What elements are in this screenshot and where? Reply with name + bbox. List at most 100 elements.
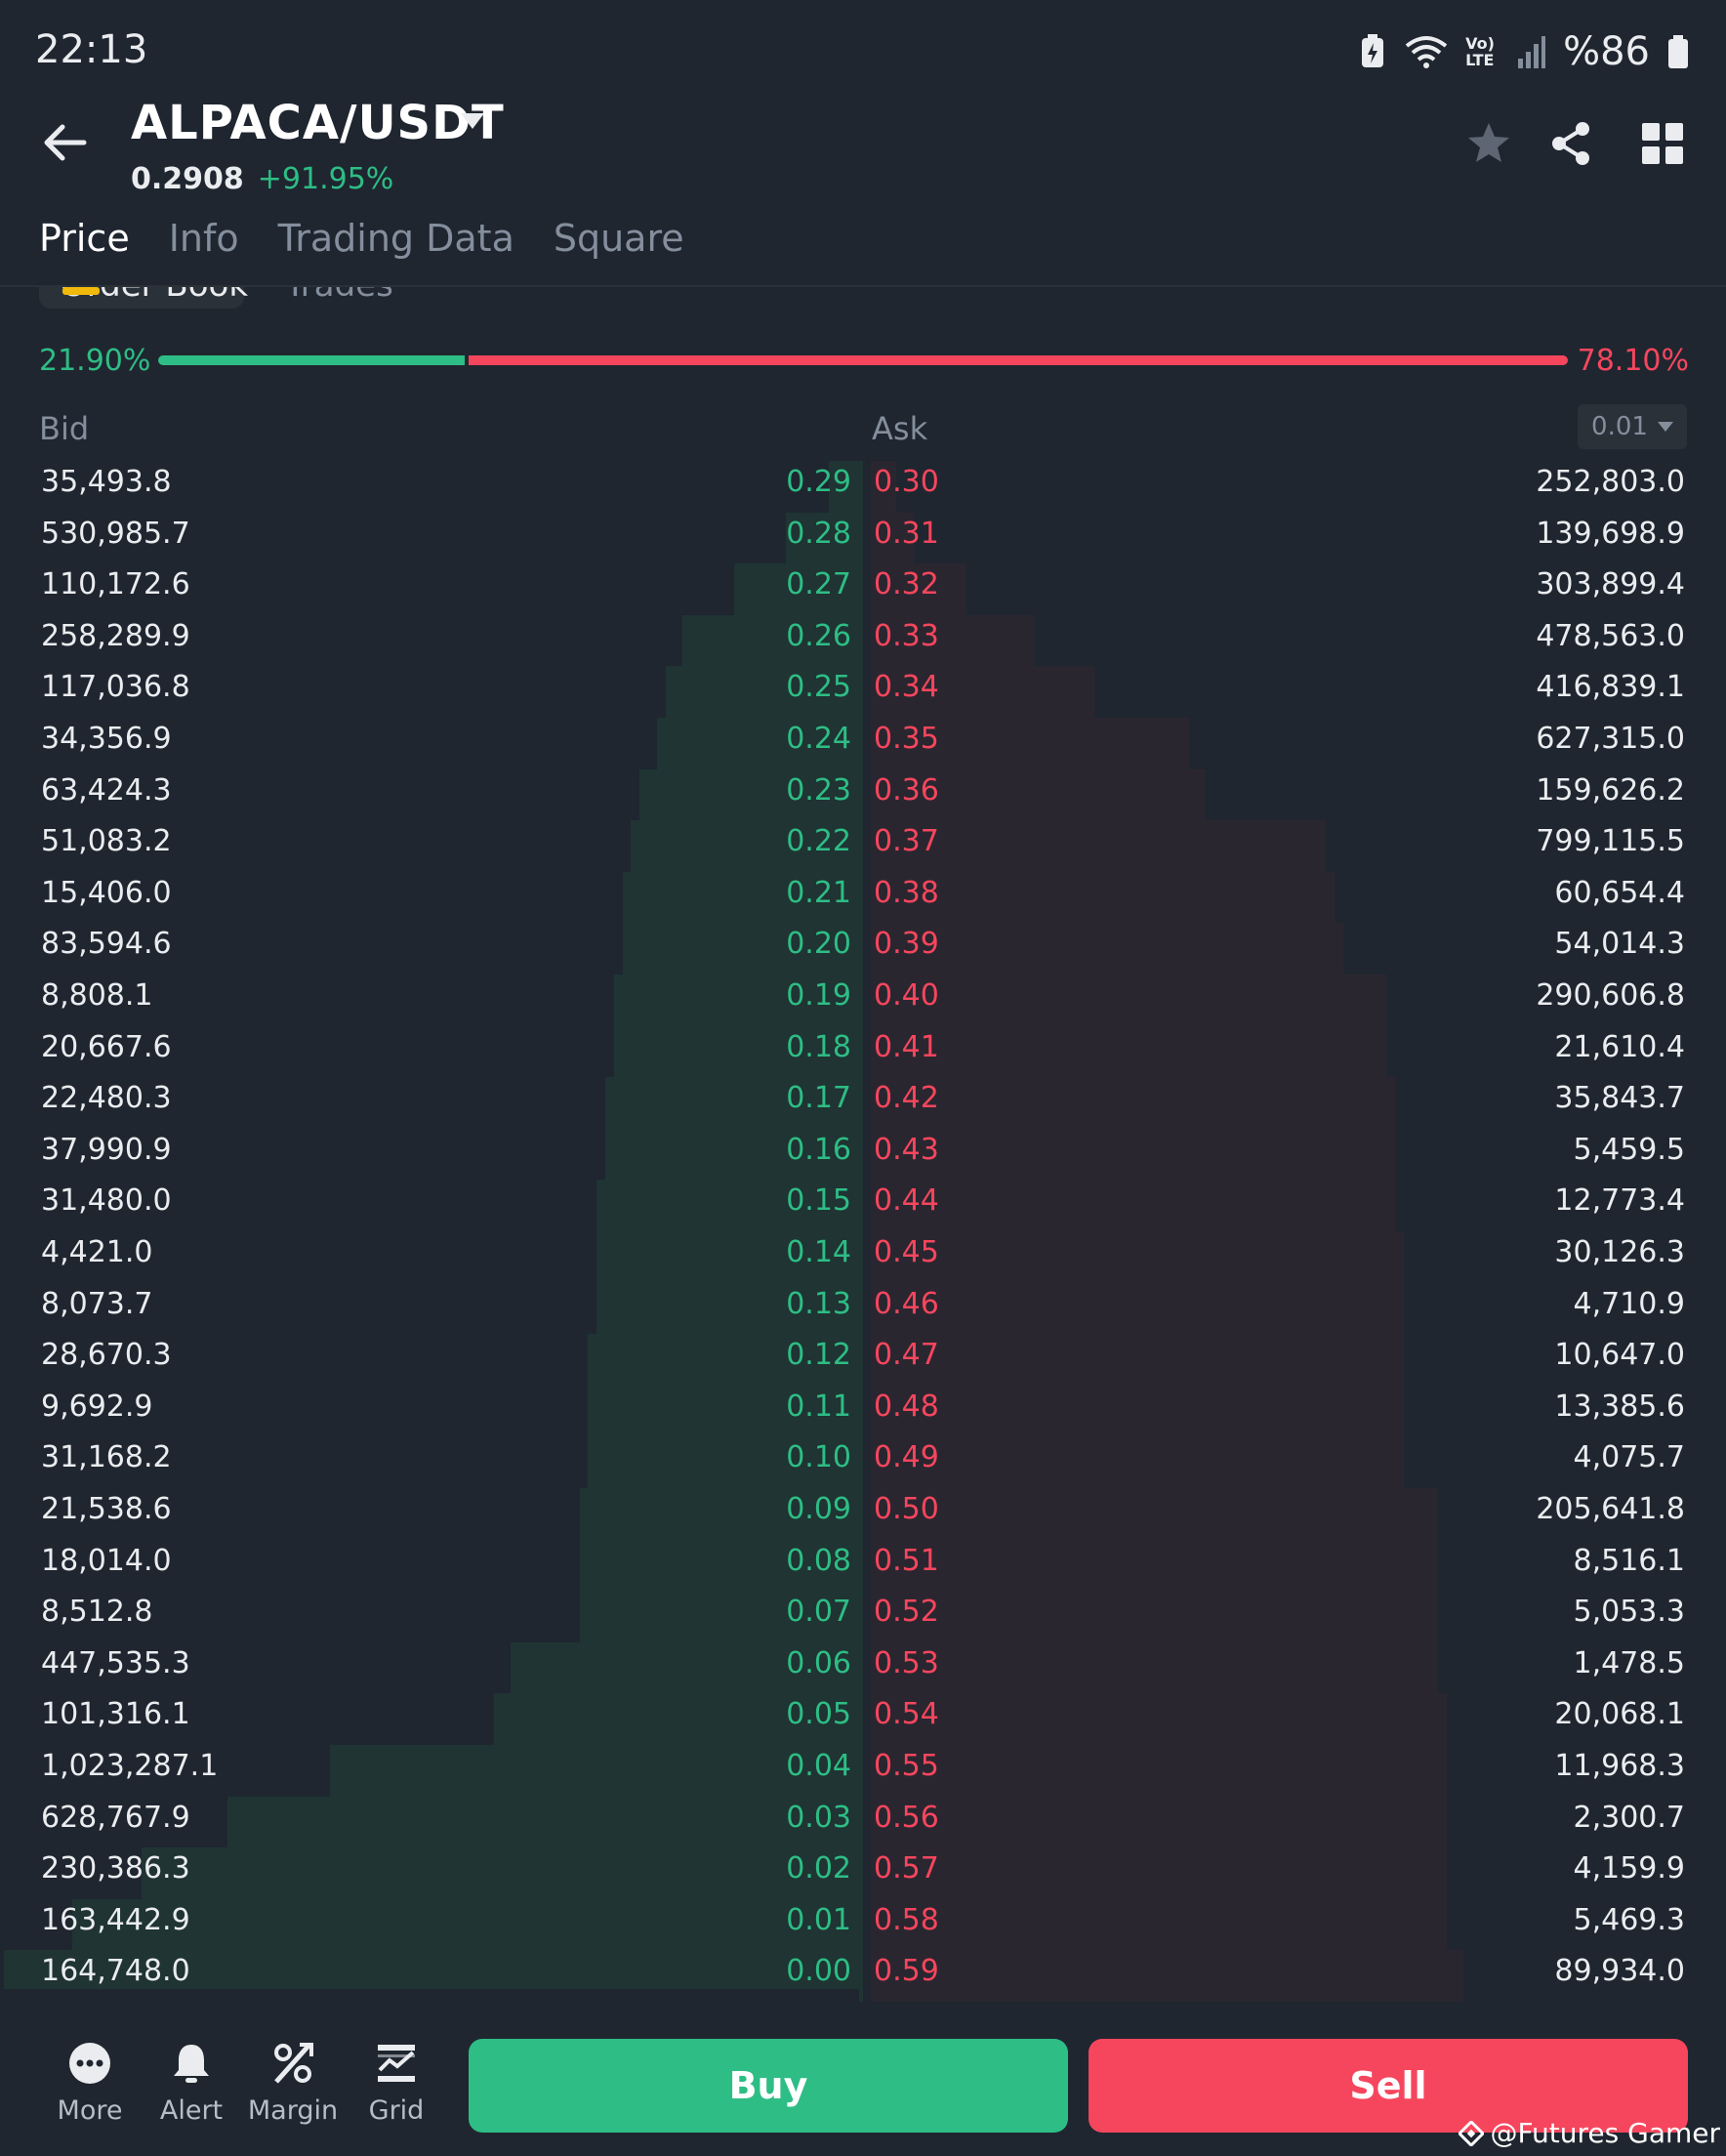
order-book-row[interactable]: 110,172.6 0.27 0.32 303,899.4 — [0, 563, 1726, 615]
nav-alert[interactable]: Alert — [143, 2041, 240, 2126]
bid-quantity: 530,985.7 — [41, 516, 190, 551]
tab-square[interactable]: Square — [554, 217, 684, 260]
caret-down-icon — [1657, 422, 1673, 432]
order-book-row[interactable]: 628,767.9 0.03 0.56 2,300.7 — [0, 1796, 1726, 1848]
order-book-row[interactable]: 31,168.2 0.10 0.49 4,075.7 — [0, 1436, 1726, 1488]
bid-quantity: 258,289.9 — [41, 618, 190, 653]
status-icons: Vo) LTE %86 — [1358, 27, 1689, 76]
bid-quantity: 22,480.3 — [41, 1081, 172, 1116]
ask-quantity: 30,126.3 — [1554, 1235, 1685, 1269]
nav-grid[interactable]: Grid — [348, 2041, 445, 2126]
order-book-row[interactable]: 4,421.0 0.14 0.45 30,126.3 — [0, 1231, 1726, 1283]
bid-quantity: 1,023,287.1 — [41, 1749, 219, 1783]
order-book-row[interactable]: 8,512.8 0.07 0.52 5,053.3 — [0, 1591, 1726, 1642]
ask-price: 0.41 — [874, 1029, 939, 1064]
order-book-row[interactable]: 101,316.1 0.05 0.54 20,068.1 — [0, 1693, 1726, 1745]
ask-price: 0.33 — [874, 618, 939, 653]
ask-quantity: 303,899.4 — [1536, 567, 1685, 602]
bid-quantity: 83,594.6 — [41, 927, 172, 962]
bid-quantity: 447,535.3 — [41, 1645, 190, 1680]
battery-saver-icon — [1362, 34, 1384, 67]
order-book-row[interactable]: 83,594.6 0.20 0.39 54,014.3 — [0, 923, 1726, 974]
back-arrow-icon[interactable] — [37, 115, 92, 170]
bid-price: 0.04 — [786, 1749, 851, 1783]
tab-trading-data[interactable]: Trading Data — [278, 217, 514, 260]
pair-title[interactable]: ALPACA/USDT — [131, 96, 505, 150]
order-book-row[interactable]: 163,442.9 0.01 0.58 5,469.3 — [0, 1898, 1726, 1951]
nav-alert-label: Alert — [159, 2095, 224, 2126]
order-book-row[interactable]: 15,406.0 0.21 0.38 60,654.4 — [0, 871, 1726, 924]
order-book-row[interactable]: 28,670.3 0.12 0.47 10,647.0 — [0, 1334, 1726, 1386]
ask-depth-bar — [871, 1231, 1404, 1283]
order-book-row[interactable]: 22,480.3 0.17 0.42 35,843.7 — [0, 1077, 1726, 1129]
diamond-logo-icon — [1459, 2120, 1485, 2146]
star-icon[interactable] — [1464, 119, 1513, 168]
share-icon[interactable] — [1547, 119, 1596, 168]
order-book-row[interactable]: 34,356.9 0.24 0.35 627,315.0 — [0, 718, 1726, 769]
order-book: 35,493.8 0.29 0.30 252,803.0 530,985.7 0.28 0.… — [0, 461, 1726, 2011]
ask-depth-bar — [871, 923, 1343, 974]
status-time: 22:13 — [35, 27, 148, 72]
bid-price: 0.26 — [786, 618, 851, 653]
bid-price: 0.25 — [786, 670, 851, 705]
ask-quantity: 20,068.1 — [1554, 1697, 1685, 1732]
subtab-trades[interactable]: Trades — [285, 287, 393, 305]
order-book-row[interactable]: 21,538.6 0.09 0.50 205,641.8 — [0, 1488, 1726, 1540]
ask-depth-bar — [871, 1591, 1438, 1642]
ask-quantity: 627,315.0 — [1536, 722, 1685, 756]
ask-price: 0.31 — [874, 516, 939, 551]
bid-quantity: 15,406.0 — [41, 875, 172, 910]
tab-price[interactable]: Price — [39, 217, 130, 260]
bid-quantity: 101,316.1 — [41, 1697, 190, 1732]
ask-quantity: 60,654.4 — [1554, 875, 1685, 910]
chevron-down-icon[interactable] — [459, 111, 486, 131]
bid-price: 0.17 — [786, 1081, 851, 1116]
precision-select[interactable]: 0.01 — [1578, 404, 1687, 449]
tab-info[interactable]: Info — [169, 217, 239, 260]
ask-price: 0.47 — [874, 1338, 939, 1373]
ask-quantity: 4,710.9 — [1573, 1286, 1685, 1321]
ask-price: 0.37 — [874, 824, 939, 859]
order-book-row[interactable]: 63,424.3 0.23 0.36 159,626.2 — [0, 768, 1726, 821]
order-book-row[interactable]: 9,692.9 0.11 0.48 13,385.6 — [0, 1385, 1726, 1437]
buy-button[interactable]: Buy — [469, 2039, 1068, 2133]
order-book-row[interactable]: 8,073.7 0.13 0.46 4,710.9 — [0, 1282, 1726, 1335]
order-book-row[interactable]: 258,289.9 0.26 0.33 478,563.0 — [0, 614, 1726, 667]
ask-quantity: 21,610.4 — [1554, 1029, 1685, 1064]
ask-quantity: 2,300.7 — [1573, 1800, 1685, 1835]
order-book-row[interactable]: 447,535.3 0.06 0.53 1,478.5 — [0, 1641, 1726, 1694]
order-book-row[interactable]: 230,386.3 0.02 0.57 4,159.9 — [0, 1847, 1726, 1899]
bell-icon — [174, 2045, 209, 2083]
bid-price: 0.27 — [786, 567, 851, 602]
ask-price: 0.50 — [874, 1492, 939, 1526]
ask-depth-bar — [871, 1128, 1395, 1181]
ask-price: 0.46 — [874, 1286, 939, 1321]
order-book-row[interactable]: 530,985.7 0.28 0.31 139,698.9 — [0, 512, 1726, 564]
ask-depth-bar — [871, 974, 1386, 1026]
order-book-row[interactable]: 117,036.8 0.25 0.34 416,839.1 — [0, 666, 1726, 718]
order-book-row[interactable]: 37,990.9 0.16 0.43 5,459.5 — [0, 1128, 1726, 1181]
order-book-row[interactable]: 31,480.0 0.15 0.44 12,773.4 — [0, 1180, 1726, 1231]
ask-price: 0.55 — [874, 1749, 939, 1783]
ask-depth-bar — [871, 1796, 1447, 1848]
ask-quantity: 35,843.7 — [1554, 1081, 1685, 1116]
order-book-row[interactable]: 20,667.6 0.18 0.41 21,610.4 — [0, 1025, 1726, 1078]
battery-percent: %86 — [1563, 29, 1650, 74]
bid-price: 0.19 — [786, 978, 851, 1013]
order-book-row[interactable]: 35,493.8 0.29 0.30 252,803.0 — [0, 461, 1726, 513]
nav-margin[interactable]: Margin — [244, 2041, 342, 2126]
order-book-row[interactable]: 18,014.0 0.08 0.51 8,516.1 — [0, 1539, 1726, 1592]
network-type-label: Vo) LTE — [1465, 34, 1495, 69]
order-book-row[interactable]: 8,808.1 0.19 0.40 290,606.8 — [0, 974, 1726, 1026]
order-book-row[interactable]: 1,023,287.1 0.04 0.55 11,968.3 — [0, 1745, 1726, 1797]
layout-grid-icon[interactable] — [1640, 121, 1685, 166]
ask-depth-bar — [871, 1282, 1404, 1335]
wifi-icon — [1405, 36, 1448, 68]
bid-price: 0.24 — [786, 722, 851, 756]
ask-depth-bar — [871, 1488, 1438, 1540]
watermark: @Futures Gamer — [1459, 2117, 1720, 2149]
ask-depth-bar — [871, 1847, 1447, 1899]
order-book-row[interactable]: 51,083.2 0.22 0.37 799,115.5 — [0, 820, 1726, 872]
nav-more[interactable]: More — [41, 2041, 139, 2126]
ask-price: 0.32 — [874, 567, 939, 602]
